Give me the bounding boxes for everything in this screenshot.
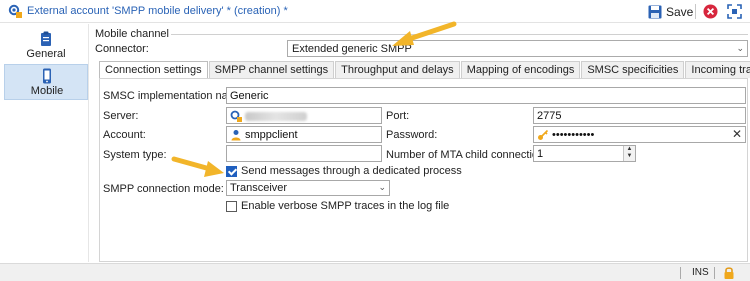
sidebar-item-general[interactable]: General — [4, 28, 88, 64]
system-type-input[interactable] — [226, 145, 382, 162]
tab-mapping-of-encodings[interactable]: Mapping of encodings — [460, 61, 581, 78]
user-icon — [231, 130, 241, 141]
save-label: Save — [666, 4, 694, 19]
annotation-arrow-connector — [392, 21, 457, 46]
clipboard-icon — [41, 31, 51, 46]
cancel-button[interactable] — [703, 3, 718, 20]
sidebar-item-label: General — [26, 48, 66, 60]
stepper-buttons[interactable]: ▲ ▼ — [623, 146, 635, 161]
lock-icon — [724, 267, 734, 279]
expand-icon — [727, 4, 742, 19]
gear-account-icon — [8, 4, 22, 18]
smsc-implementation-input[interactable]: Generic — [226, 87, 746, 104]
smsc-implementation-label: SMSC implementation name: — [103, 90, 247, 102]
account-input[interactable]: smppclient — [226, 126, 382, 143]
chevron-down-icon: ⌄ — [378, 182, 386, 192]
stepper-down-icon[interactable]: ▼ — [624, 153, 635, 160]
toolbar-separator — [695, 4, 696, 19]
port-label: Port: — [386, 110, 410, 122]
tab-throughput-and-delays[interactable]: Throughput and delays — [335, 61, 460, 78]
mta-connections-value: 1 — [537, 148, 544, 160]
connector-select[interactable]: Extended generic SMPP ⌄ — [287, 40, 748, 57]
tab-connection-settings[interactable]: Connection settings — [99, 61, 208, 79]
password-label: Password: — [386, 129, 438, 141]
stepper-up-icon[interactable]: ▲ — [624, 146, 635, 153]
clear-password-icon[interactable]: ✕ — [732, 127, 742, 141]
key-icon — [538, 130, 549, 141]
insert-mode-indicator: INS — [692, 267, 709, 278]
status-separator — [680, 267, 681, 279]
floppy-disk-icon — [648, 5, 662, 18]
sidebar-item-label: Mobile — [30, 85, 64, 97]
system-type-label: System type: — [103, 149, 167, 161]
title-bar: External account 'SMPP mobile delivery' … — [0, 0, 750, 23]
server-gear-icon — [230, 110, 242, 123]
expand-button[interactable] — [727, 3, 742, 20]
connector-label: Connector: — [95, 43, 149, 55]
connection-mode-label: SMPP connection mode: — [103, 183, 224, 195]
password-value: ••••••••••• — [552, 129, 595, 141]
port-input[interactable]: 2775 — [533, 107, 746, 124]
verbose-traces-label: Enable verbose SMPP traces in the log fi… — [241, 200, 450, 212]
section-title: Mobile channel — [95, 28, 169, 40]
sidebar: General Mobile — [0, 24, 89, 262]
chevron-down-icon: ⌄ — [736, 43, 744, 53]
server-label: Server: — [103, 110, 139, 122]
connection-mode-select[interactable]: Transceiver ⌄ — [226, 180, 390, 196]
mobile-phone-icon — [43, 68, 51, 84]
connection-mode-value: Transceiver — [230, 182, 288, 194]
dedicated-process-checkbox[interactable]: Send messages through a dedicated proces… — [226, 165, 462, 177]
password-input[interactable]: ••••••••••• ✕ — [533, 126, 746, 143]
close-circle-icon — [703, 4, 718, 19]
section-divider — [171, 34, 748, 35]
account-value: smppclient — [245, 129, 298, 141]
save-button[interactable]: Save — [648, 3, 693, 20]
verbose-traces-checkbox[interactable]: Enable verbose SMPP traces in the log fi… — [226, 200, 449, 212]
window-title: External account 'SMPP mobile delivery' … — [27, 5, 288, 17]
status-bar: INS — [0, 263, 750, 281]
tab-incoming-traffic[interactable]: Incoming traffic — [685, 61, 750, 78]
server-input[interactable] — [226, 107, 382, 124]
annotation-arrow-checkbox — [171, 156, 224, 177]
dedicated-process-label: Send messages through a dedicated proces… — [241, 165, 462, 177]
mta-connections-label: Number of MTA child connections: — [386, 149, 553, 161]
checkbox-unchecked-icon[interactable] — [226, 200, 237, 212]
tab-smpp-channel-settings[interactable]: SMPP channel settings — [208, 61, 335, 78]
status-separator — [714, 267, 715, 279]
sidebar-item-mobile[interactable]: Mobile — [4, 64, 88, 100]
tab-smsc-specificities[interactable]: SMSC specificities — [581, 61, 685, 78]
mta-connections-stepper[interactable]: 1 ▲ ▼ — [533, 145, 636, 162]
account-label: Account: — [103, 129, 146, 141]
tab-bar: Connection settings SMPP channel setting… — [99, 61, 750, 79]
redacted-server-value — [245, 111, 307, 121]
